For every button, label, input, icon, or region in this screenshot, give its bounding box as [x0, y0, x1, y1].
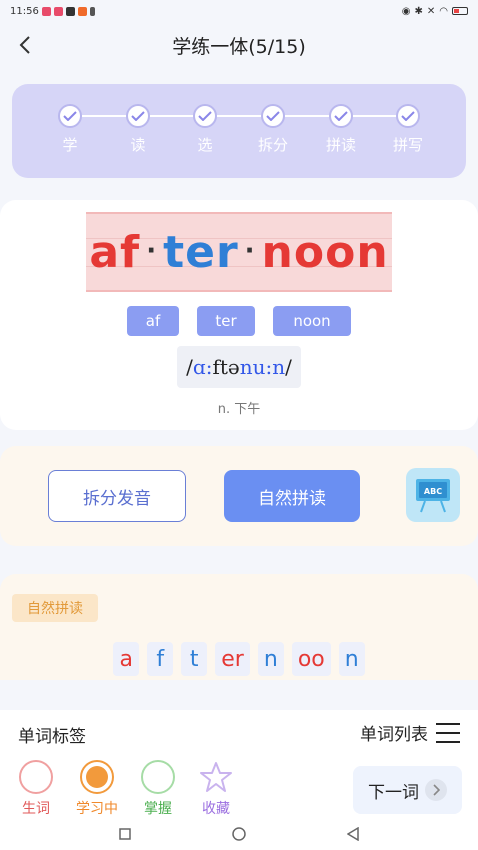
- step-label: 拼写: [392, 136, 423, 154]
- triangle-back-icon[interactable]: [344, 825, 362, 843]
- word-banner: af · ter · noon: [86, 212, 392, 292]
- phonetic-part: nu:n: [239, 355, 286, 379]
- progress-steps: 学 读 选 拆分 拼读 拼写: [12, 84, 466, 178]
- selected-dot: [86, 766, 108, 788]
- mute-icon: ✕: [426, 5, 436, 17]
- word-list-button[interactable]: 单词列表: [360, 720, 460, 745]
- chevron-left-icon: [19, 36, 30, 54]
- word-syllable: ter: [163, 226, 239, 278]
- phonics-letter[interactable]: t: [181, 642, 208, 676]
- tag-circle: [141, 760, 175, 794]
- step-split[interactable]: 拆分: [248, 104, 298, 155]
- star-icon: [200, 762, 232, 792]
- wifi-icon: ◠: [439, 5, 448, 17]
- notification-icon: [65, 6, 75, 16]
- syllable-separator: ·: [244, 235, 256, 266]
- step-learn[interactable]: 学: [45, 104, 95, 155]
- notification-icon: [77, 6, 87, 16]
- phonics-letter[interactable]: n: [257, 642, 284, 676]
- eye-icon: ◉: [401, 5, 411, 17]
- step-label: 读: [130, 136, 146, 154]
- status-left: 11:56: [10, 6, 95, 17]
- tag-new-word[interactable]: 生词: [10, 760, 62, 818]
- tag-label: 学习中: [76, 801, 118, 817]
- square-icon[interactable]: [116, 825, 134, 843]
- phonics-card: 自然拼读 a f t er n oo n: [0, 574, 478, 680]
- phonetic-part: ftə: [212, 355, 240, 379]
- phonetic-transcription[interactable]: / ɑ: ftə nu:n /: [177, 346, 301, 388]
- phonics-letter[interactable]: a: [113, 642, 140, 676]
- circle-icon[interactable]: [230, 825, 248, 843]
- tag-label: 生词: [22, 801, 50, 817]
- tag-mastered[interactable]: 掌握: [132, 760, 184, 818]
- step-label: 拆分: [257, 136, 288, 154]
- step-blend[interactable]: 拼读: [316, 104, 366, 155]
- word-syllable: af: [89, 226, 141, 278]
- syllable-chip[interactable]: noon: [273, 306, 351, 336]
- phonics-letters: a f t er n oo n: [0, 642, 478, 676]
- phonics-button[interactable]: 自然拼读: [224, 470, 360, 522]
- board-text: ABC: [424, 487, 442, 496]
- phonetic-bracket: /: [186, 355, 193, 379]
- clock: 11:56: [10, 5, 39, 17]
- tag-label: 收藏: [202, 801, 230, 817]
- system-navigation: [0, 818, 478, 850]
- status-bar: 11:56 ◉ ✱ ✕ ◠: [0, 0, 478, 22]
- word-display[interactable]: af · ter · noon: [89, 227, 388, 278]
- phonics-tag: 自然拼读: [12, 594, 98, 622]
- check-icon: [396, 104, 420, 128]
- phonetic-bracket: /: [285, 355, 292, 379]
- split-pronunciation-button[interactable]: 拆分发音: [48, 470, 186, 522]
- next-word-label: 下一词: [368, 782, 419, 803]
- word-card: af · ter · noon af ter noon / ɑ: ftə nu:…: [0, 200, 478, 430]
- tag-learning[interactable]: 学习中: [71, 760, 123, 818]
- notification-icon: [53, 6, 63, 16]
- check-icon: [261, 104, 285, 128]
- back-button[interactable]: [10, 30, 40, 60]
- word-meaning: n. 下午: [217, 402, 261, 417]
- check-icon: [58, 104, 82, 128]
- phonics-letter[interactable]: er: [215, 642, 250, 676]
- phonics-letter[interactable]: oo: [291, 642, 331, 676]
- word-syllable: noon: [261, 226, 389, 278]
- step-choose[interactable]: 选: [180, 104, 230, 155]
- notification-icon: [89, 6, 95, 16]
- check-icon: [329, 104, 353, 128]
- syllable-chip[interactable]: ter: [197, 306, 255, 336]
- next-word-button[interactable]: 下一词: [353, 766, 462, 814]
- step-label: 选: [197, 136, 213, 154]
- tag-circle-selected: [80, 760, 114, 794]
- phonics-letter[interactable]: f: [147, 642, 174, 676]
- step-read[interactable]: 读: [113, 104, 163, 155]
- check-icon: [126, 104, 150, 128]
- actions-card: 拆分发音 自然拼读 ABC: [0, 446, 478, 546]
- step-label: 拼读: [325, 136, 356, 154]
- page-title: 学练一体(5/15): [172, 35, 306, 58]
- abc-board-icon[interactable]: ABC: [406, 468, 460, 522]
- status-right: ◉ ✱ ✕ ◠: [402, 6, 468, 17]
- check-icon: [193, 104, 217, 128]
- phonetic-part: ɑ:: [192, 355, 213, 379]
- tag-favorite[interactable]: 收藏: [190, 760, 242, 818]
- bluetooth-icon: ✱: [414, 5, 423, 17]
- syllable-separator: ·: [146, 235, 158, 266]
- tag-circle: [19, 760, 53, 794]
- phonics-letter[interactable]: n: [338, 642, 365, 676]
- syllable-chip[interactable]: af: [127, 306, 179, 336]
- step-label: 学: [62, 136, 78, 154]
- step-spell[interactable]: 拼写: [383, 104, 433, 155]
- word-tags-title: 单词标签: [18, 727, 86, 747]
- nav-bar: 学练一体(5/15): [0, 22, 478, 68]
- notification-icon: [41, 6, 51, 16]
- word-list-label: 单词列表: [360, 725, 428, 745]
- tag-label: 掌握: [144, 801, 172, 817]
- menu-icon: [436, 722, 460, 743]
- syllable-chips: af ter noon: [0, 306, 478, 336]
- chevron-right-icon: [425, 779, 447, 801]
- battery-icon: [452, 7, 468, 15]
